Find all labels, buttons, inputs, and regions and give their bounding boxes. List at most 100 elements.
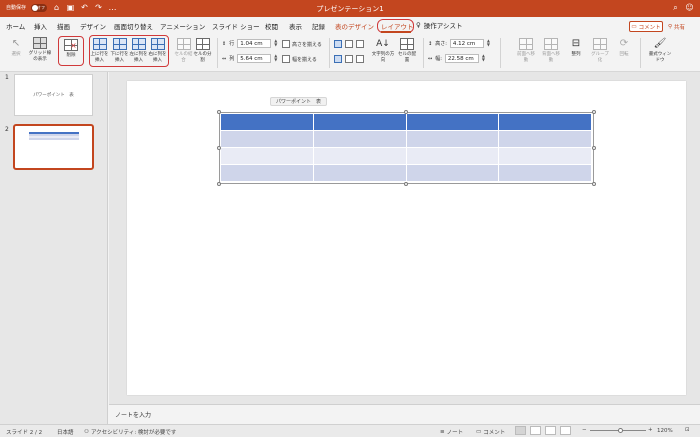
slide-thumbnail-2[interactable] — [13, 124, 94, 170]
tab-animations[interactable]: アニメーション — [160, 21, 205, 31]
split-cells-button[interactable]: セルの分割 — [193, 38, 212, 63]
tab-draw[interactable]: 描画 — [57, 21, 70, 31]
resize-handle[interactable] — [592, 146, 596, 150]
comments-toggle[interactable]: ▭ コメント — [476, 428, 505, 436]
select-button[interactable]: ↖ 選択 — [6, 38, 26, 58]
gridlines-button[interactable]: グリッド線の表示 — [27, 37, 53, 62]
normal-view-button[interactable] — [515, 426, 526, 435]
send-backward-label: 背面へ移動 — [542, 52, 560, 63]
distribute-rows-button[interactable]: 高さを揃える — [282, 40, 322, 48]
tab-table-design[interactable]: 表のデザイン — [335, 21, 374, 31]
resize-handle[interactable] — [404, 110, 408, 114]
comment-button-label: コメント — [638, 24, 661, 31]
zoom-level[interactable]: 120% — [657, 428, 673, 434]
send-backward-button[interactable]: 背面へ移動 — [540, 38, 562, 63]
table-cell[interactable] — [220, 147, 314, 165]
cell-margins-button[interactable]: セルの配置 — [396, 38, 418, 63]
table-cell[interactable] — [312, 164, 407, 182]
align-button[interactable]: ⊟ 整列 — [566, 38, 586, 58]
resize-handle[interactable] — [404, 182, 408, 186]
text-direction-button[interactable]: A↓ 文字列の方向 — [371, 38, 395, 63]
slide-counter: スライド 2 / 2 — [6, 430, 43, 436]
zoom-out-icon[interactable]: − — [582, 427, 587, 433]
table-width-stepper[interactable]: ▲ ▼ — [482, 54, 487, 63]
tab-slideshow[interactable]: スライド ショー — [212, 21, 260, 31]
layout-tab-underline — [381, 31, 411, 33]
align-top-left-icon[interactable] — [334, 40, 342, 48]
table-cell[interactable] — [405, 130, 500, 148]
table-cell[interactable] — [312, 130, 407, 148]
tab-transitions[interactable]: 画面切り替え — [114, 21, 153, 31]
zoom-slider-knob[interactable] — [618, 428, 623, 433]
align-middle-right-icon[interactable] — [356, 55, 364, 63]
resize-handle[interactable] — [592, 110, 596, 114]
slide-sorter-button[interactable] — [530, 426, 541, 435]
reading-view-button[interactable] — [545, 426, 556, 435]
table-cell[interactable] — [312, 113, 407, 131]
align-top-right-icon[interactable] — [356, 40, 364, 48]
insert-below-button[interactable]: 下に行を挿入 — [110, 38, 129, 63]
table-cell[interactable] — [498, 164, 592, 182]
resize-handle[interactable] — [592, 182, 596, 186]
notes-pane[interactable]: ノートを入力 — [109, 404, 700, 424]
share-button[interactable]: ⚲ 共有 — [668, 21, 695, 32]
col-width-input[interactable]: 5.64 cm — [237, 54, 272, 63]
table-cell[interactable] — [405, 164, 500, 182]
slide-thumbnail-1[interactable]: パワーポイント 表 — [14, 74, 93, 116]
align-top-center-icon[interactable] — [345, 40, 353, 48]
distribute-cols-button[interactable]: 幅を揃える — [282, 55, 317, 63]
comment-button[interactable]: ▭ コメント — [629, 21, 663, 32]
insert-right-button[interactable]: 右に列を挿入 — [148, 38, 167, 63]
fit-slide-icon[interactable]: ⊡ — [685, 427, 690, 433]
tab-review[interactable]: 校閲 — [265, 21, 278, 31]
table-cell[interactable] — [405, 147, 500, 165]
split-label: セルの分割 — [193, 52, 212, 63]
height-icon: ↕ — [428, 40, 433, 47]
bring-forward-button[interactable]: 前面へ移動 — [515, 38, 537, 63]
col-width-stepper[interactable]: ▲ ▼ — [274, 54, 279, 63]
table-cell[interactable] — [220, 164, 314, 182]
row-height-input[interactable]: 1.04 cm — [237, 39, 272, 48]
resize-handle[interactable] — [217, 182, 221, 186]
table-cell[interactable] — [312, 147, 407, 165]
group-button[interactable]: グループ化 — [589, 38, 611, 63]
table-width-field: ↔ 幅: 22.58 cm ▲ ▼ — [428, 54, 487, 63]
accessibility-status[interactable]: ⚇ アクセシビリティ: 検討が必要です — [84, 428, 176, 436]
notes-toggle[interactable]: ≡ ノート — [440, 428, 463, 436]
table-height-stepper[interactable]: ▲ ▼ — [487, 39, 492, 48]
format-pane-button[interactable]: 🖌 書式ウィンドウ — [648, 38, 672, 63]
tab-home[interactable]: ホーム — [6, 21, 25, 31]
tab-design[interactable]: デザイン — [80, 21, 106, 31]
table-cell[interactable] — [220, 113, 314, 131]
table-cell[interactable] — [498, 147, 592, 165]
search-icon[interactable]: ⌕ — [671, 3, 680, 12]
table-cell[interactable] — [498, 113, 592, 131]
ribbon-separator — [423, 38, 424, 68]
tab-record[interactable]: 記録 — [312, 21, 325, 31]
align-middle-left-icon[interactable] — [334, 55, 342, 63]
align-middle-center-icon[interactable] — [345, 55, 353, 63]
insert-above-button[interactable]: 上に行を挿入 — [90, 38, 109, 63]
bring-forward-label: 前面へ移動 — [517, 52, 535, 63]
tab-insert[interactable]: 挿入 — [34, 21, 47, 31]
merge-cells-button[interactable]: セルの結合 — [174, 38, 193, 63]
table-width-input[interactable]: 22.58 cm — [444, 54, 479, 63]
resize-handle[interactable] — [217, 146, 221, 150]
tell-me[interactable]: ♀ 操作アシスト — [416, 20, 463, 30]
tab-view[interactable]: 表示 — [289, 21, 302, 31]
insert-left-button[interactable]: 左に列を挿入 — [129, 38, 148, 63]
language-indicator[interactable]: 日本語 — [57, 428, 74, 436]
table-cell[interactable] — [405, 113, 500, 131]
table-height-input[interactable]: 4.12 cm — [449, 39, 484, 48]
width-icon: ↔ — [428, 55, 433, 62]
resize-handle[interactable] — [217, 110, 221, 114]
account-icon[interactable]: ☺ — [685, 3, 694, 12]
rotate-button[interactable]: ⟳ 回転 — [614, 38, 634, 58]
slideshow-button[interactable] — [560, 426, 571, 435]
row-height-stepper[interactable]: ▲ ▼ — [274, 39, 279, 48]
row-label: 行 — [229, 41, 235, 47]
table-cell[interactable] — [498, 130, 592, 148]
slide-table[interactable] — [220, 113, 592, 182]
table-cell[interactable] — [220, 130, 314, 148]
zoom-in-icon[interactable]: + — [648, 427, 653, 433]
